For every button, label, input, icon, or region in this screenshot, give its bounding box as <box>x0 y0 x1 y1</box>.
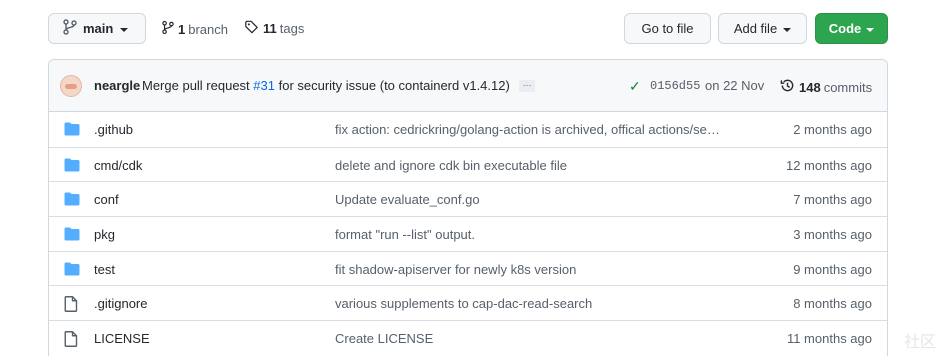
file-list: .github fix action: cedrickring/golang-ac… <box>49 112 887 355</box>
branch-count: 1 <box>178 21 186 37</box>
add-file-button[interactable]: Add file <box>718 13 807 44</box>
branches-link[interactable]: 1 branch <box>162 20 228 38</box>
pull-request-link[interactable]: #31 <box>253 78 275 93</box>
file-name[interactable]: .gitignore <box>94 296 147 311</box>
tag-count: 11 <box>263 21 277 36</box>
file-name[interactable]: cmd/cdk <box>94 158 142 173</box>
commit-label: commits <box>823 79 873 95</box>
file-commit-message[interactable]: format "run --list" output. <box>335 227 475 242</box>
folder-icon <box>64 122 80 136</box>
file-commit-message[interactable]: various supplements to cap-dac-read-sear… <box>335 296 592 311</box>
file-row[interactable]: LICENSE Create LICENSE 11 months ago <box>49 320 887 355</box>
file-age: 9 months ago <box>793 261 872 277</box>
file-row[interactable]: cmd/cdk delete and ignore cdk bin executa… <box>49 146 887 182</box>
folder-icon <box>64 192 80 206</box>
file-name[interactable]: conf <box>94 192 119 207</box>
chevron-down-icon <box>866 27 875 32</box>
git-branch-icon <box>162 20 174 38</box>
watermark: 社区 <box>903 334 936 351</box>
file-name[interactable]: pkg <box>94 227 115 242</box>
code-button[interactable]: Code <box>815 13 888 44</box>
folder-icon <box>64 227 80 241</box>
add-file-label: Add file <box>733 21 778 36</box>
file-age: 11 months ago <box>786 331 872 347</box>
file-browser: neargle Merge pull request #31 for secur… <box>48 59 888 356</box>
avatar[interactable] <box>60 75 82 97</box>
folder-icon <box>64 262 80 276</box>
commit-message-suffix: for security issue (to containerd v1.4.1… <box>274 78 510 93</box>
expand-commit-button[interactable]: … <box>519 79 535 92</box>
branch-select-button[interactable]: main <box>48 13 146 44</box>
commit-count: 148 <box>799 79 821 95</box>
file-commit-message[interactable]: Update evaluate_conf.go <box>335 192 480 207</box>
file-age: 7 months ago <box>793 192 872 208</box>
commits-link[interactable]: 148 commits <box>780 78 872 96</box>
folder-icon <box>64 158 80 172</box>
history-icon <box>780 78 795 96</box>
tag-icon <box>244 20 259 37</box>
chevron-down-icon <box>120 27 129 32</box>
file-age: 3 months ago <box>793 227 872 243</box>
code-label: Code <box>828 21 862 36</box>
file-name[interactable]: LICENSE <box>94 331 150 346</box>
file-row[interactable]: conf Update evaluate_conf.go 7 months ago <box>49 181 887 216</box>
file-commit-message[interactable]: Create LICENSE <box>335 331 433 346</box>
commit-message-prefix: Merge pull request <box>142 78 254 93</box>
file-row[interactable]: pkg format "run --list" output. 3 months a… <box>49 216 887 251</box>
file-commit-message[interactable]: fix action: cedrickring/golang-action is… <box>335 122 720 137</box>
file-icon <box>64 296 80 313</box>
commit-date: on 22 Nov <box>705 78 765 93</box>
latest-commit-bar: neargle Merge pull request #31 for secur… <box>49 60 887 112</box>
branch-name: main <box>83 21 114 36</box>
file-commit-message[interactable]: delete and ignore cdk bin executable fil… <box>335 158 567 173</box>
commit-author[interactable]: neargle <box>94 78 140 93</box>
repo-toolbar: main 1 branch 11 tags Go to file Add fil… <box>48 13 888 45</box>
tag-label: tags <box>279 21 305 36</box>
check-icon[interactable]: ✓ <box>629 78 641 95</box>
file-row[interactable]: .github fix action: cedrickring/golang-ac… <box>49 112 887 147</box>
file-age: 8 months ago <box>793 296 872 312</box>
file-row[interactable]: test fit shadow-apiserver for newly k8s v… <box>49 250 887 286</box>
file-icon <box>64 331 80 348</box>
file-age: 2 months ago <box>793 122 872 137</box>
file-name[interactable]: test <box>94 262 115 277</box>
chevron-down-icon <box>783 27 792 32</box>
file-name[interactable]: .github <box>94 122 133 137</box>
branch-label: branch <box>188 21 228 37</box>
file-commit-message[interactable]: fit shadow-apiserver for newly k8s versi… <box>335 262 576 277</box>
file-age: 12 months ago <box>785 157 872 173</box>
file-row[interactable]: .gitignore various supplements to cap-dac… <box>49 285 887 320</box>
tags-link[interactable]: 11 tags <box>244 20 304 37</box>
go-to-file-button[interactable]: Go to file <box>624 13 711 44</box>
commit-sha[interactable]: 0156d55 <box>650 79 700 93</box>
commit-message[interactable]: Merge pull request #31 for security issu… <box>142 78 510 93</box>
git-branch-icon <box>63 19 77 38</box>
